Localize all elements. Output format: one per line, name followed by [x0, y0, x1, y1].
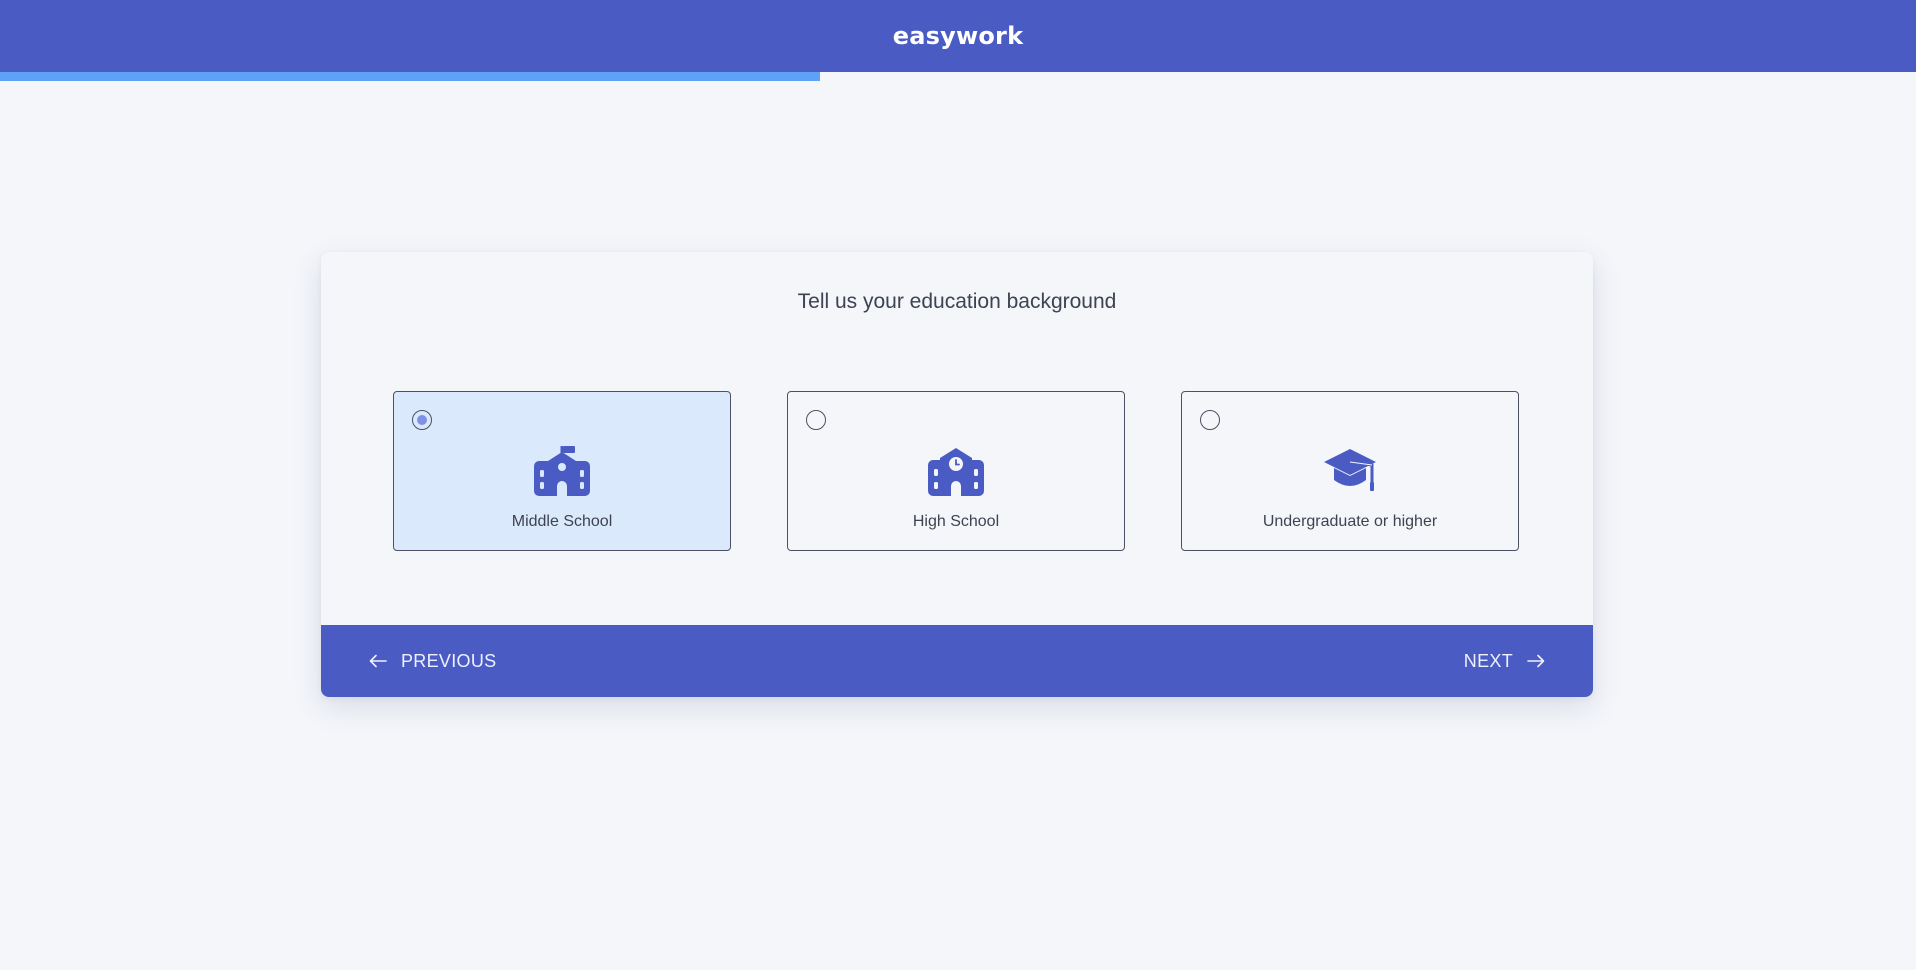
question-title: Tell us your education background	[797, 290, 1117, 313]
top-bar: easywork	[0, 0, 1916, 72]
option-undergraduate[interactable]: Undergraduate or higher	[1181, 391, 1519, 551]
next-button[interactable]: NEXT	[1464, 651, 1545, 672]
high-school-icon	[928, 446, 984, 496]
progress-bar	[0, 72, 1916, 81]
option-middle-school[interactable]: Middle School	[393, 391, 731, 551]
question-card: Tell us your education background Middle…	[321, 252, 1593, 697]
middle-school-icon	[534, 446, 590, 496]
radio-middle-school[interactable]	[412, 410, 432, 430]
option-high-school[interactable]: High School	[787, 391, 1125, 551]
graduation-cap-icon	[1322, 446, 1378, 496]
wizard-footer: PREVIOUS NEXT	[321, 625, 1593, 697]
next-label: NEXT	[1463, 650, 1513, 671]
option-label: Middle School	[511, 513, 613, 530]
progress-bar-fill	[0, 72, 821, 81]
brand-logo: easywork	[892, 22, 1024, 50]
previous-label: PREVIOUS	[401, 650, 497, 671]
option-label: Undergraduate or higher	[1262, 513, 1438, 530]
radio-undergraduate[interactable]	[1200, 410, 1220, 430]
arrow-right-icon	[1527, 654, 1545, 668]
previous-button[interactable]: PREVIOUS	[369, 651, 496, 672]
arrow-left-icon	[369, 654, 387, 668]
radio-high-school[interactable]	[806, 410, 826, 430]
option-label: High School	[912, 513, 1000, 530]
